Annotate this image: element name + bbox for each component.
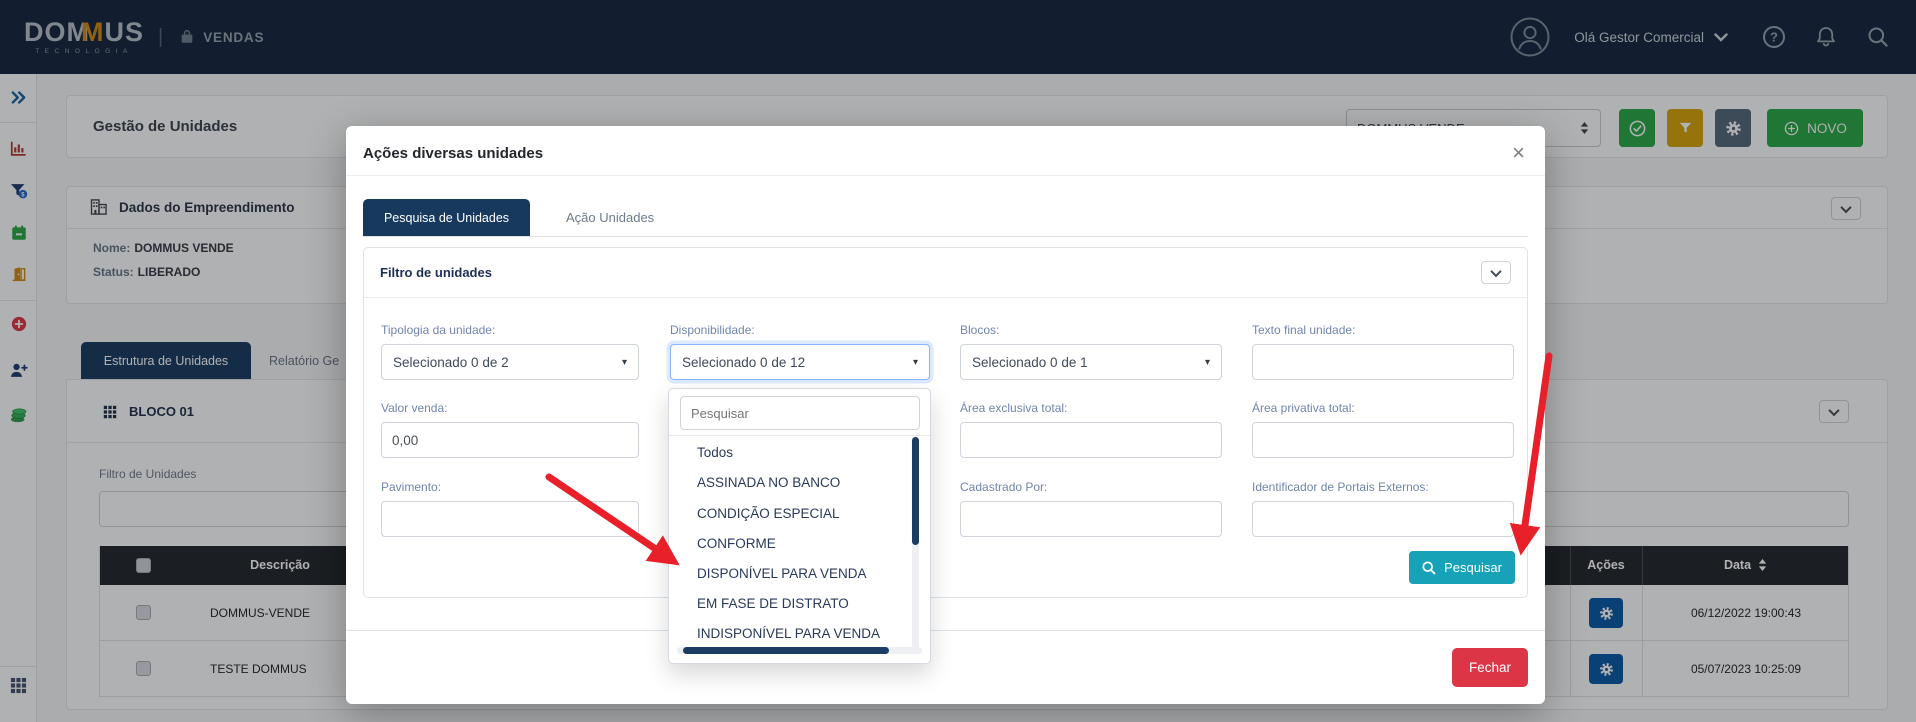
dropdown-option-conforme[interactable]: CONFORME [669, 528, 899, 558]
area-exclusiva-label: Área exclusiva total: [960, 401, 1067, 415]
caret-down-icon: ▾ [913, 357, 918, 368]
disponibilidade-label: Disponibilidade: [670, 323, 755, 337]
caret-down-icon: ▾ [622, 357, 627, 368]
chevron-down-icon [1490, 265, 1501, 276]
cadastrado-por-label: Cadastrado Por: [960, 480, 1047, 494]
dropdown-option-indisponivel-para-venda[interactable]: INDISPONÍVEL PARA VENDA [669, 618, 899, 648]
area-exclusiva-input[interactable] [960, 422, 1222, 458]
pavimento-input[interactable] [381, 501, 639, 537]
dropdown-horizontal-scrollbar[interactable] [683, 647, 889, 654]
modal-title: Ações diversas unidades [363, 145, 543, 162]
dropdown-option-em-fase-de-distrato[interactable]: EM FASE DE DISTRATO [669, 588, 899, 618]
pesquisar-button[interactable]: Pesquisar [1409, 551, 1515, 584]
modal-footer: Fechar [346, 630, 1545, 704]
valor-venda-label: Valor venda: [381, 401, 448, 415]
pesquisar-button-label: Pesquisar [1444, 560, 1502, 575]
dropdown-option-condicao-especial[interactable]: CONDIÇÃO ESPECIAL [669, 498, 899, 528]
texto-final-label: Texto final unidade: [1252, 323, 1355, 337]
portais-externos-input[interactable] [1252, 501, 1514, 537]
filter-collapse-button[interactable] [1481, 261, 1511, 284]
acoes-diversas-modal: Ações diversas unidades × Pesquisa de Un… [346, 126, 1545, 704]
pavimento-label: Pavimento: [381, 480, 441, 494]
dropdown-vertical-scrollbar[interactable] [912, 437, 919, 545]
dropdown-option-assinada-no-banco[interactable]: ASSINADA NO BANCO [669, 467, 899, 497]
tipologia-select[interactable]: Selecionado 0 de 2▾ [381, 344, 639, 380]
dropdown-option-disponivel-para-venda[interactable]: DISPONÍVEL PARA VENDA [669, 558, 899, 588]
texto-final-input[interactable] [1252, 344, 1514, 380]
caret-down-icon: ▾ [1205, 357, 1210, 368]
filter-card: Filtro de unidades Tipologia da unidade:… [363, 247, 1528, 598]
valor-venda-input[interactable] [381, 422, 639, 458]
tab-acao-unidades[interactable]: Ação Unidades [530, 199, 690, 236]
dropdown-search-input[interactable] [680, 396, 920, 430]
dropdown-option-todos[interactable]: Todos [669, 437, 899, 467]
modal-tabs: Pesquisa de Unidades Ação Unidades [363, 200, 1528, 237]
app: DOMMUS TECNOLOGIA | VENDAS Olá Gestor Co… [0, 0, 1916, 722]
area-privativa-input[interactable] [1252, 422, 1514, 458]
search-icon [1422, 561, 1436, 575]
portais-externos-label: Identificador de Portais Externos: [1252, 480, 1429, 494]
disponibilidade-dropdown-panel: Todos ASSINADA NO BANCO CONDIÇÃO ESPECIA… [668, 388, 931, 664]
filter-divider [364, 297, 1527, 298]
modal-header: Ações diversas unidades × [346, 126, 1545, 176]
dropdown-divider [669, 435, 930, 436]
cadastrado-por-input[interactable] [960, 501, 1222, 537]
blocos-label: Blocos: [960, 323, 999, 337]
tipologia-label: Tipologia da unidade: [381, 323, 495, 337]
tab-pesquisa-de-unidades[interactable]: Pesquisa de Unidades [363, 199, 530, 236]
area-privativa-label: Área privativa total: [1252, 401, 1355, 415]
close-icon[interactable]: × [1512, 142, 1525, 164]
disponibilidade-select[interactable]: Selecionado 0 de 12▾ [670, 344, 930, 380]
blocos-select[interactable]: Selecionado 0 de 1▾ [960, 344, 1222, 380]
fechar-button[interactable]: Fechar [1452, 648, 1528, 687]
filter-title: Filtro de unidades [380, 265, 492, 280]
